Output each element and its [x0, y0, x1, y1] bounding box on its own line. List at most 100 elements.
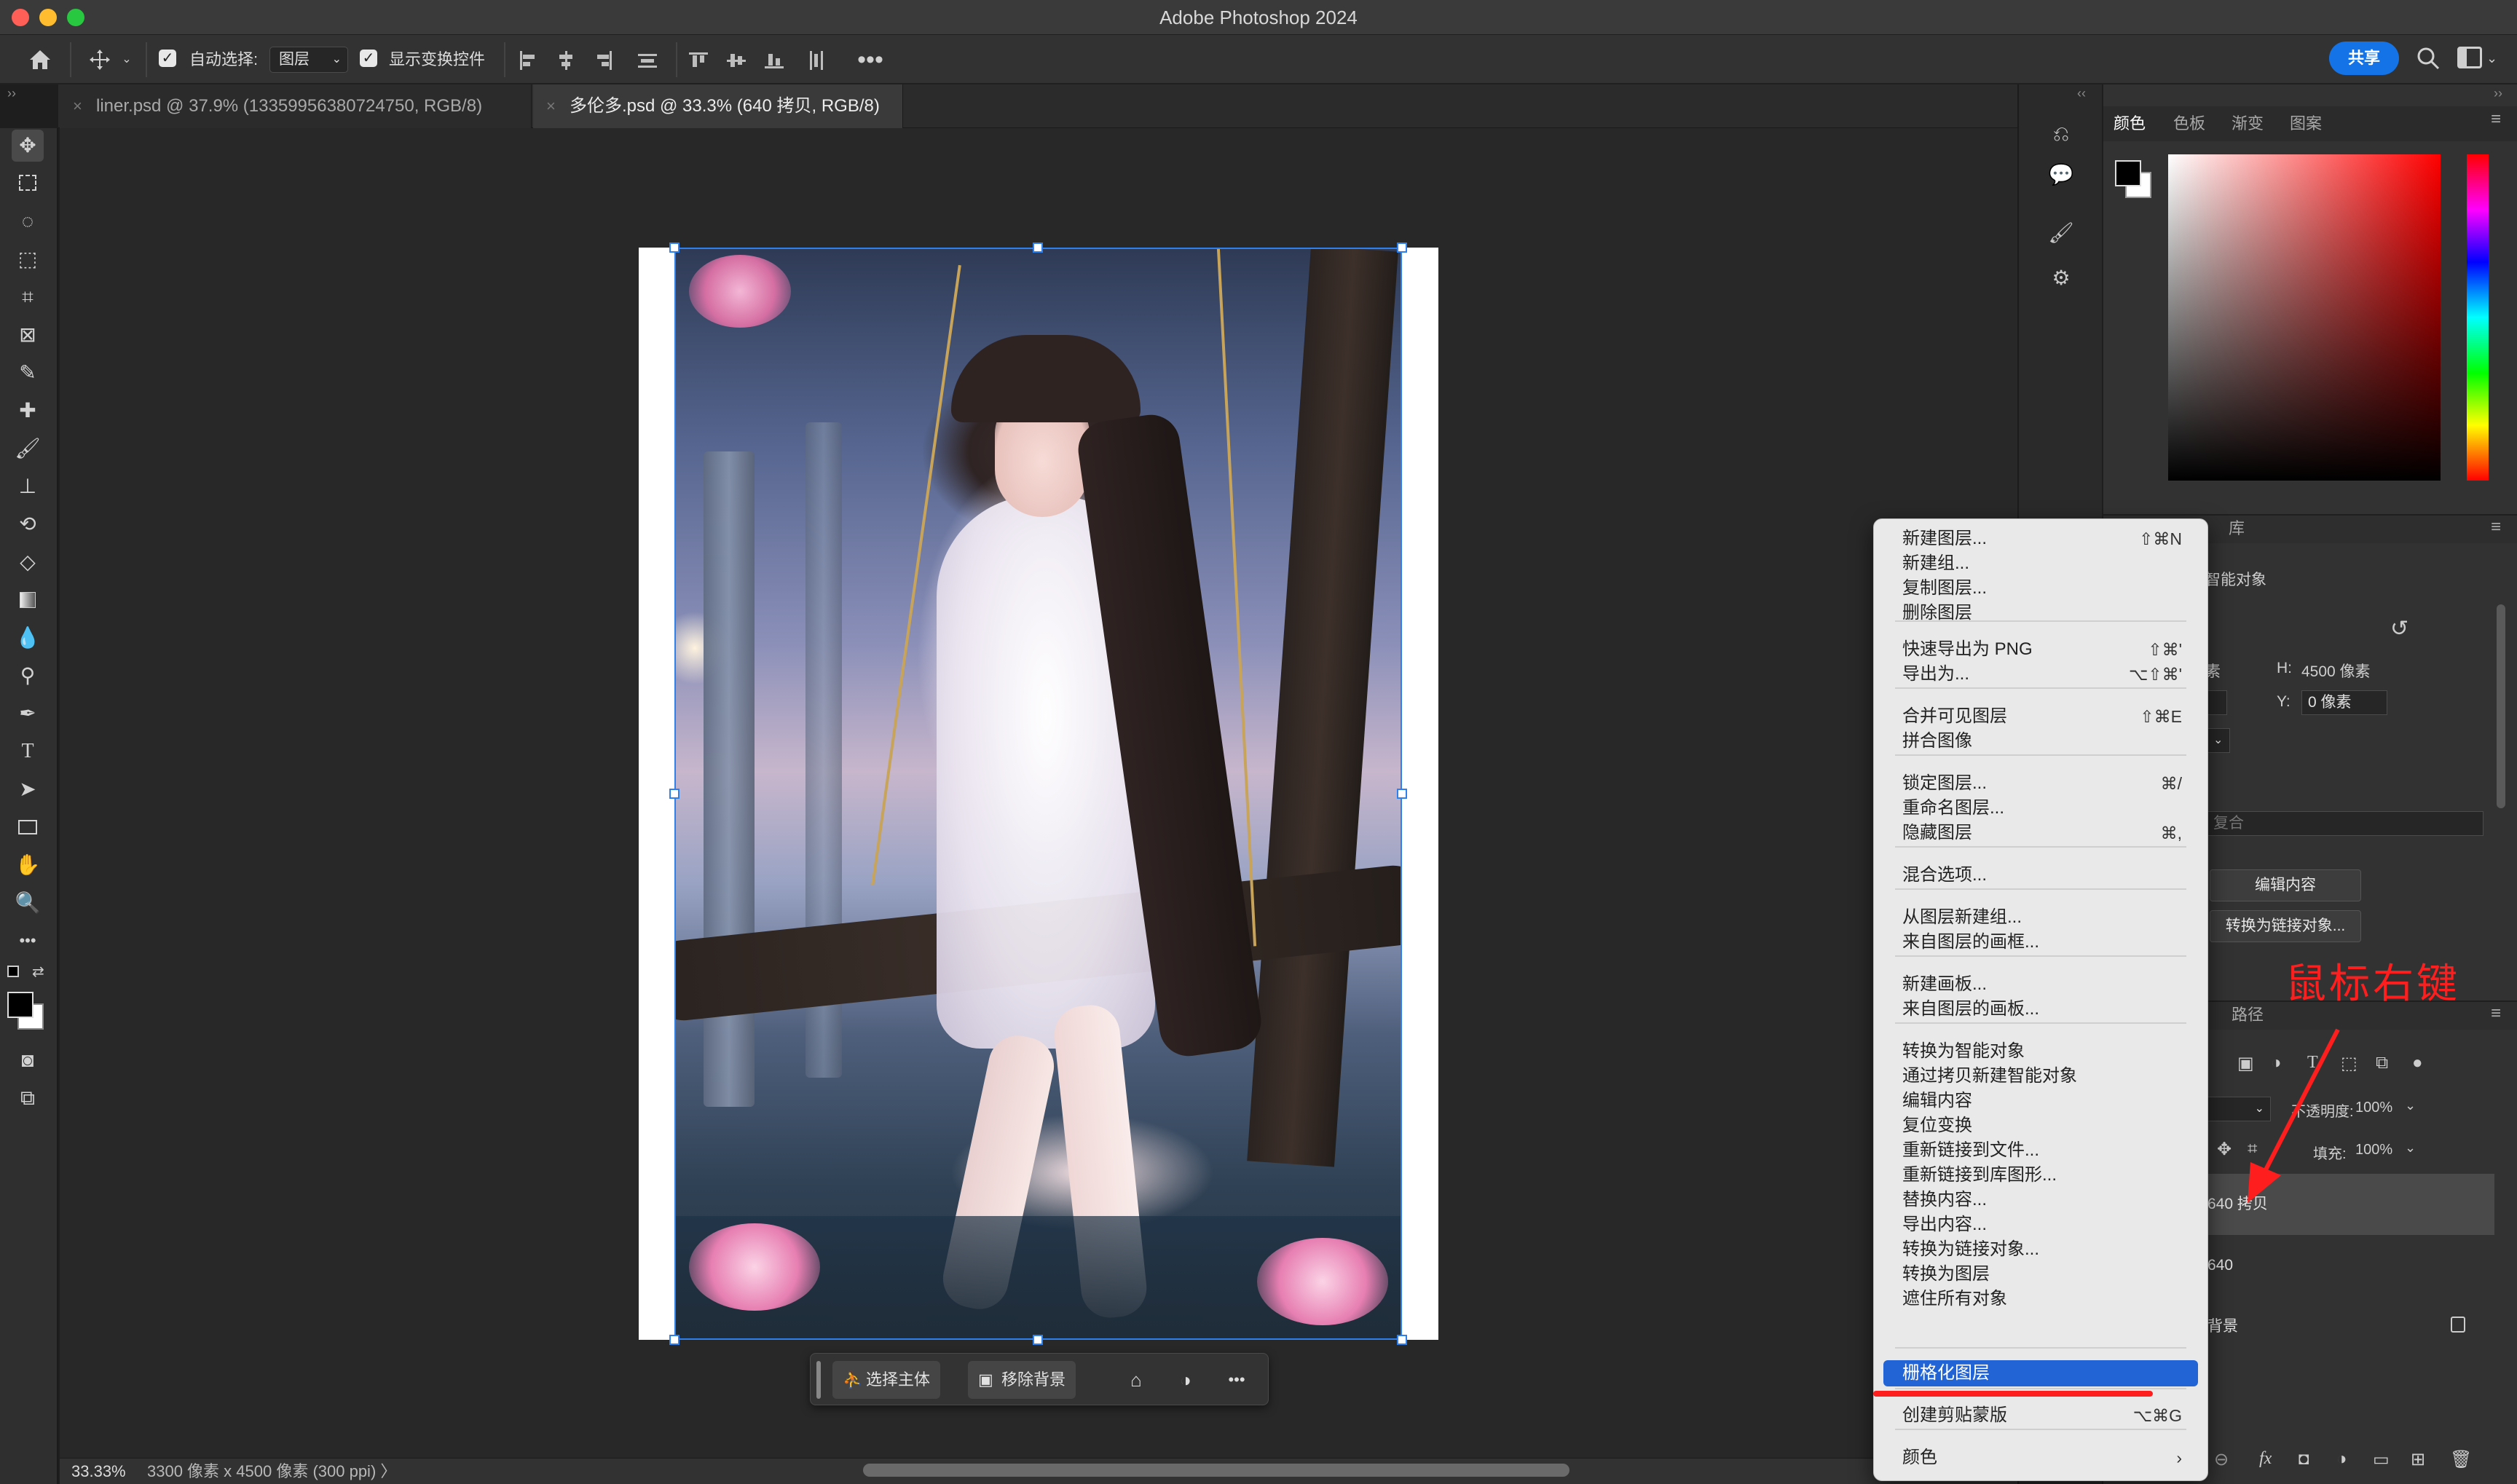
gradient-icon[interactable] — [12, 584, 44, 616]
hand-icon[interactable]: ✋ — [12, 849, 44, 881]
close-icon[interactable]: × — [546, 84, 556, 128]
collapse-panel-icon[interactable]: ‹‹ — [2077, 86, 2086, 101]
tab-toronto-psd[interactable]: × 多伦多.psd @ 33.3% (640 拷贝, RGB/8) — [533, 84, 903, 128]
more-options-icon[interactable]: ••• — [852, 35, 889, 84]
transform-handle[interactable] — [1397, 789, 1407, 799]
reset-icon[interactable]: ↺ — [2390, 616, 2408, 642]
distribute-icon[interactable] — [638, 51, 657, 70]
path-selection-icon[interactable]: ➤ — [12, 773, 44, 805]
foreground-color-swatch[interactable] — [2115, 160, 2141, 186]
tab-swatches[interactable]: 色板 — [2173, 109, 2205, 138]
context-menu-item[interactable]: 新建图层... ⇧⌘N — [1883, 526, 2198, 552]
transform-handle[interactable] — [1397, 1335, 1407, 1345]
align-vertical-center-icon[interactable] — [727, 51, 746, 70]
layer-row[interactable]: 背景 — [2203, 1296, 2494, 1357]
edit-contents-button[interactable]: 编辑内容 — [2210, 869, 2361, 901]
adjustment-icon[interactable]: ◑ — [1167, 1354, 1204, 1406]
eraser-icon[interactable]: ◇ — [12, 546, 44, 578]
align-horizontal-center-icon[interactable] — [556, 51, 575, 70]
screen-mode-icon[interactable]: ⧉ — [12, 1082, 44, 1114]
tab-color[interactable]: 颜色 — [2114, 109, 2146, 138]
eyedropper-icon[interactable]: ✎ — [12, 357, 44, 389]
transform-icon[interactable]: ⌂ — [1118, 1354, 1154, 1406]
chevron-down-icon[interactable]: ⌄ — [118, 35, 135, 84]
context-menu-item[interactable]: 新建组... — [1883, 550, 2198, 577]
foreground-color-swatch[interactable] — [7, 992, 34, 1018]
zoom-icon[interactable]: 🔍 — [12, 887, 44, 919]
transform-handle[interactable] — [1033, 242, 1043, 253]
distribute-vertical-icon[interactable] — [807, 51, 826, 70]
fill-value[interactable]: 100% — [2355, 1142, 2392, 1159]
x-field[interactable] — [2207, 690, 2227, 715]
context-menu-item[interactable]: 拼合图像 — [1883, 728, 2198, 754]
object-selection-icon[interactable]: ⬚ — [12, 243, 44, 275]
transform-handle[interactable] — [669, 1335, 680, 1345]
pen-icon[interactable]: ✒ — [12, 698, 44, 730]
link-layers-icon[interactable]: ⊖ — [2214, 1449, 2229, 1470]
context-menu-item[interactable]: 合并可见图层 ⇧⌘E — [1883, 703, 2198, 730]
comments-icon[interactable]: 💬 — [2047, 160, 2076, 189]
tab-gradients[interactable]: 渐变 — [2232, 109, 2264, 138]
context-menu-item[interactable]: 遮住所有对象 — [1883, 1286, 2198, 1312]
blur-icon[interactable]: 💧 — [12, 622, 44, 654]
select-subject-button[interactable]: ⛹ 选择主体 — [832, 1361, 941, 1399]
adjustments-icon[interactable]: ⚙ — [2047, 264, 2076, 293]
context-menu-item[interactable]: 来自图层的画板... — [1883, 996, 2198, 1022]
search-icon[interactable] — [2415, 45, 2441, 71]
color-picker-field[interactable] — [2168, 154, 2441, 481]
context-menu-item[interactable]: 通过拷贝新建智能对象 — [1883, 1063, 2198, 1089]
brush-icon[interactable]: 🖌 — [12, 433, 44, 465]
remove-background-button[interactable]: ▣ 移除背景 — [968, 1361, 1076, 1399]
filter-toggle-icon[interactable]: ● — [2412, 1053, 2423, 1073]
context-menu-item[interactable]: 转换为智能对象 — [1883, 1038, 2198, 1065]
layer-row[interactable]: 640 — [2203, 1235, 2494, 1296]
more-tools-icon[interactable]: ••• — [12, 925, 44, 957]
new-group-icon[interactable]: ▭ — [2373, 1449, 2390, 1470]
tab-patterns[interactable]: 图案 — [2290, 109, 2322, 138]
zoom-level[interactable]: 33.33% — [71, 1459, 126, 1484]
move-tool-icon[interactable] — [82, 35, 118, 90]
transform-handle[interactable] — [669, 242, 680, 253]
align-left-icon[interactable] — [519, 51, 537, 70]
move-tool-icon[interactable]: ✥ — [12, 130, 44, 162]
context-menu-item[interactable]: 删除图层 — [1883, 600, 2198, 626]
panel-menu-icon[interactable]: ≡ — [2491, 517, 2501, 537]
context-menu-item[interactable]: 隐藏图层 ⌘, — [1883, 820, 2198, 846]
context-menu-item[interactable]: 混合选项... — [1883, 862, 2198, 888]
context-menu-item[interactable]: 重新链接到文件... — [1883, 1137, 2198, 1164]
panel-menu-icon[interactable]: ≡ — [2491, 109, 2501, 130]
align-bottom-icon[interactable] — [765, 51, 784, 70]
panel-menu-icon[interactable]: ≡ — [2491, 1003, 2501, 1024]
tab-liner-psd[interactable]: × liner.psd @ 37.9% (13359956380724750, … — [60, 84, 532, 128]
dodge-icon[interactable]: ⚲ — [12, 660, 44, 692]
show-transform-checkbox[interactable]: ✓ — [360, 50, 377, 67]
healing-brush-icon[interactable]: ✚ — [12, 395, 44, 427]
collapse-panel-icon[interactable]: ›› — [7, 86, 16, 101]
lasso-icon[interactable]: ◌ — [12, 205, 44, 237]
rectangle-shape-icon[interactable] — [12, 811, 44, 843]
align-top-icon[interactable] — [689, 51, 708, 70]
anchor-select[interactable]: ⌄ — [2207, 728, 2230, 753]
context-menu-item[interactable]: 转换为链接对象... — [1883, 1236, 2198, 1263]
context-menu-item[interactable]: 快速导出为 PNG ⇧⌘' — [1883, 636, 2198, 663]
context-menu-item[interactable]: 重命名图层... — [1883, 795, 2198, 821]
context-menu-item[interactable]: 编辑内容 — [1883, 1088, 2198, 1114]
new-layer-icon[interactable]: ⊞ — [2411, 1449, 2425, 1470]
context-menu-item[interactable]: 替换内容... — [1883, 1187, 2198, 1213]
history-brush-icon[interactable]: ⟲ — [12, 508, 44, 540]
add-mask-icon[interactable]: ◘ — [2299, 1449, 2309, 1469]
tab-libraries[interactable]: 库 — [2229, 514, 2245, 543]
crop-icon[interactable]: ⌗ — [12, 281, 44, 313]
filter-smart-object-icon[interactable]: ⧉ — [2376, 1053, 2388, 1073]
chevron-down-icon[interactable]: ⌄ — [2486, 45, 2501, 71]
transform-handle[interactable] — [1397, 242, 1407, 253]
drag-handle[interactable] — [816, 1361, 821, 1399]
close-icon[interactable]: × — [73, 84, 82, 128]
context-menu-item[interactable]: 新建画板... — [1883, 971, 2198, 998]
context-menu-item[interactable]: 导出为... ⌥⇧⌘' — [1883, 661, 2198, 687]
swap-colors-icon[interactable]: ⇄ — [32, 963, 44, 981]
collapse-panel-icon[interactable]: ›› — [2494, 86, 2502, 101]
quick-mask-icon[interactable]: ◙ — [12, 1044, 44, 1076]
new-adjustment-icon[interactable]: ◑ — [2336, 1449, 2347, 1469]
context-menu-item[interactable]: 来自图层的画框... — [1883, 929, 2198, 955]
